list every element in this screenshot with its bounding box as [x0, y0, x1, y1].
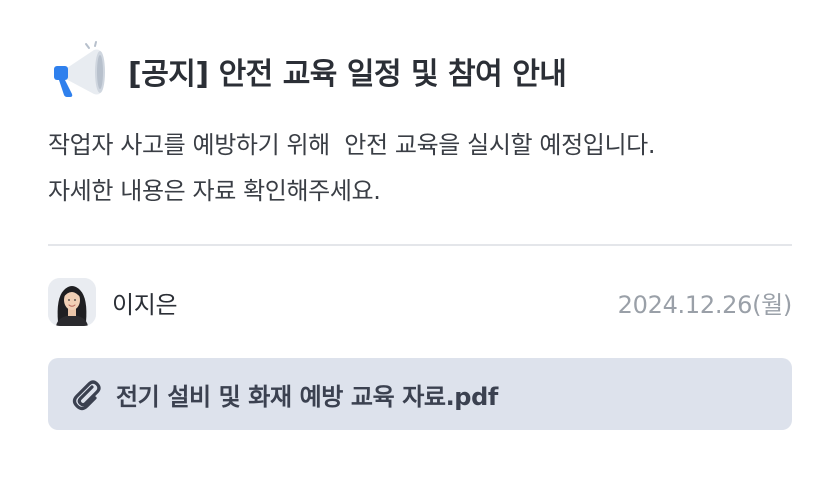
attachment-button[interactable]: 전기 설비 및 화재 예방 교육 자료.pdf	[48, 358, 792, 430]
avatar-portrait	[48, 278, 96, 326]
post-date: 2024.12.26(월)	[617, 290, 793, 319]
megaphone-icon	[54, 41, 105, 97]
notice-header: [공지] 안전 교육 일정 및 참여 안내	[50, 40, 567, 102]
divider	[48, 244, 792, 246]
paperclip-icon	[72, 380, 101, 411]
avatar	[48, 278, 96, 326]
author-row: 이지은 2024.12.26(월)	[48, 278, 792, 326]
author-name: 이지은	[112, 290, 178, 319]
notice-title: [공지] 안전 교육 일정 및 참여 안내	[128, 57, 567, 92]
notice-body: 작업자 사고를 예방하기 위해 안전 교육을 실시할 예정입니다. 자세한 내용…	[48, 122, 808, 214]
notice-body-line: 작업자 사고를 예방하기 위해 안전 교육을 실시할 예정입니다.	[48, 131, 656, 159]
notice-body-line: 자세한 내용은 자료 확인해주세요.	[48, 177, 381, 205]
attachment-filename: 전기 설비 및 화재 예방 교육 자료.pdf	[116, 382, 498, 411]
notice-card: [공지] 안전 교육 일정 및 참여 안내 작업자 사고를 예방하기 위해 안전…	[0, 0, 840, 480]
